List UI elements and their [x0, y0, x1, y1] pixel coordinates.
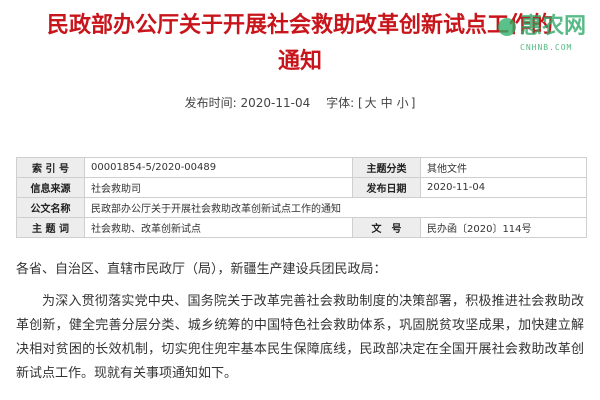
date-label: 发布日期 [352, 177, 421, 198]
doc-name-label: 公文名称 [16, 197, 85, 218]
font-bracket-close: ] [410, 96, 416, 110]
document-info-table: 索 引 号 00001854-5/2020-00489 主题分类 其他文件 信息… [16, 157, 587, 238]
watermark-logo: 惠农网 CNHNB.COM [498, 12, 590, 58]
category-label: 主题分类 [352, 157, 421, 178]
doc-number-label: 文 号 [352, 217, 421, 238]
table-row: 主 题 词 社会救助、改革创新试点 文 号 民办函〔2020〕114号 [16, 217, 587, 238]
font-size-small-button[interactable]: 小 [395, 94, 411, 111]
leaf-icon [498, 18, 516, 36]
index-value: 00001854-5/2020-00489 [84, 157, 353, 178]
table-row: 公文名称 民政部办公厅关于开展社会救助改革创新试点工作的通知 [16, 197, 587, 218]
table-row: 信息来源 社会救助司 发布日期 2020-11-04 [16, 177, 587, 198]
category-value: 其他文件 [420, 157, 587, 178]
doc-name-value: 民政部办公厅关于开展社会救助改革创新试点工作的通知 [84, 197, 587, 218]
publish-meta: 发布时间: 2020-11-04 字体: [大中小] [0, 94, 600, 111]
keywords-label: 主 题 词 [16, 217, 85, 238]
font-size-medium-button[interactable]: 中 [379, 94, 395, 111]
published-date: 2020-11-04 [240, 96, 311, 110]
date-value: 2020-11-04 [420, 177, 587, 198]
keywords-value: 社会救助、改革创新试点 [84, 217, 353, 238]
font-size-control: 字体: [大中小] [326, 94, 415, 111]
index-label: 索 引 号 [16, 157, 85, 178]
watermark-domain: CNHNB.COM [520, 43, 573, 52]
font-size-large-button[interactable]: 大 [363, 94, 379, 111]
table-row: 索 引 号 00001854-5/2020-00489 主题分类 其他文件 [16, 157, 587, 178]
doc-number-value: 民办函〔2020〕114号 [420, 217, 587, 238]
salutation: 各省、自治区、直辖市民政厅（局），新疆生产建设兵团民政局： [16, 262, 387, 277]
body-paragraph: 为深入贯彻落实党中央、国务院关于改革完善社会救助制度的决策部署，积极推进社会救助… [16, 294, 584, 381]
source-value: 社会救助司 [84, 177, 353, 198]
font-size-label: 字体: [326, 96, 355, 110]
source-label: 信息来源 [16, 177, 85, 198]
watermark-name: 惠农网 [520, 14, 587, 39]
published-label: 发布时间: [184, 96, 237, 110]
